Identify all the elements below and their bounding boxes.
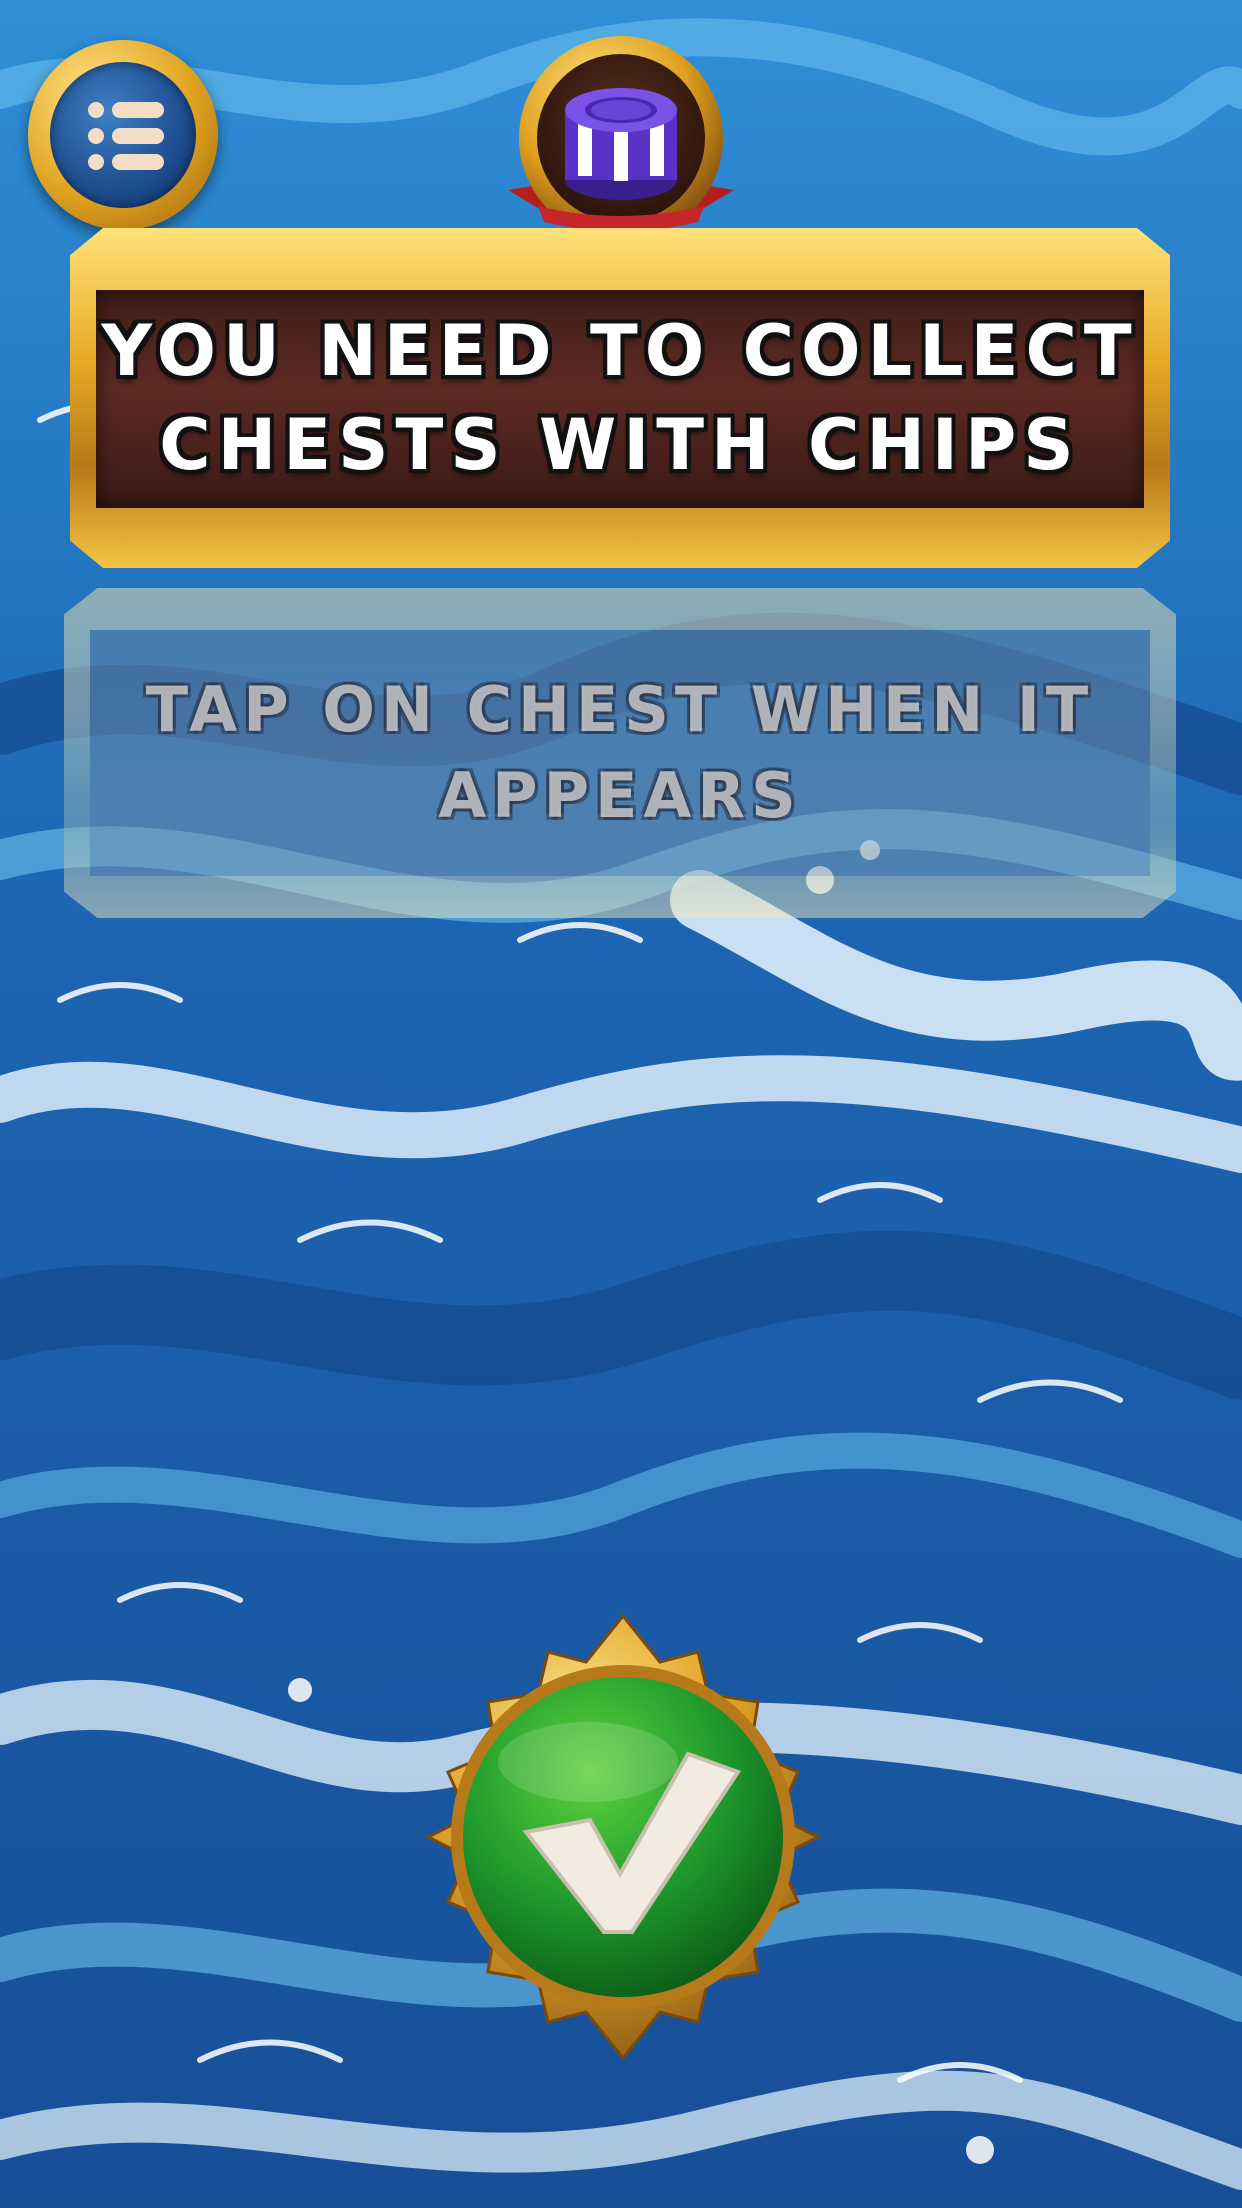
hint-line-1: TAP ON CHEST WHEN IT xyxy=(145,673,1095,746)
title-line-2: CHESTS WITH CHIPS xyxy=(159,404,1081,486)
hint-text: TAP ON CHEST WHEN IT APPEARS xyxy=(64,588,1176,918)
title-line-1: YOU NEED TO COLLECT xyxy=(101,310,1139,392)
title-text: YOU NEED TO COLLECT CHESTS WITH CHIPS xyxy=(70,228,1170,568)
menu-button[interactable] xyxy=(28,40,218,230)
casino-chip-stack-icon xyxy=(508,36,734,240)
hint-line-2: APPEARS xyxy=(438,759,802,832)
menu-list-icon xyxy=(88,102,164,170)
confirm-button[interactable] xyxy=(398,1612,848,2062)
